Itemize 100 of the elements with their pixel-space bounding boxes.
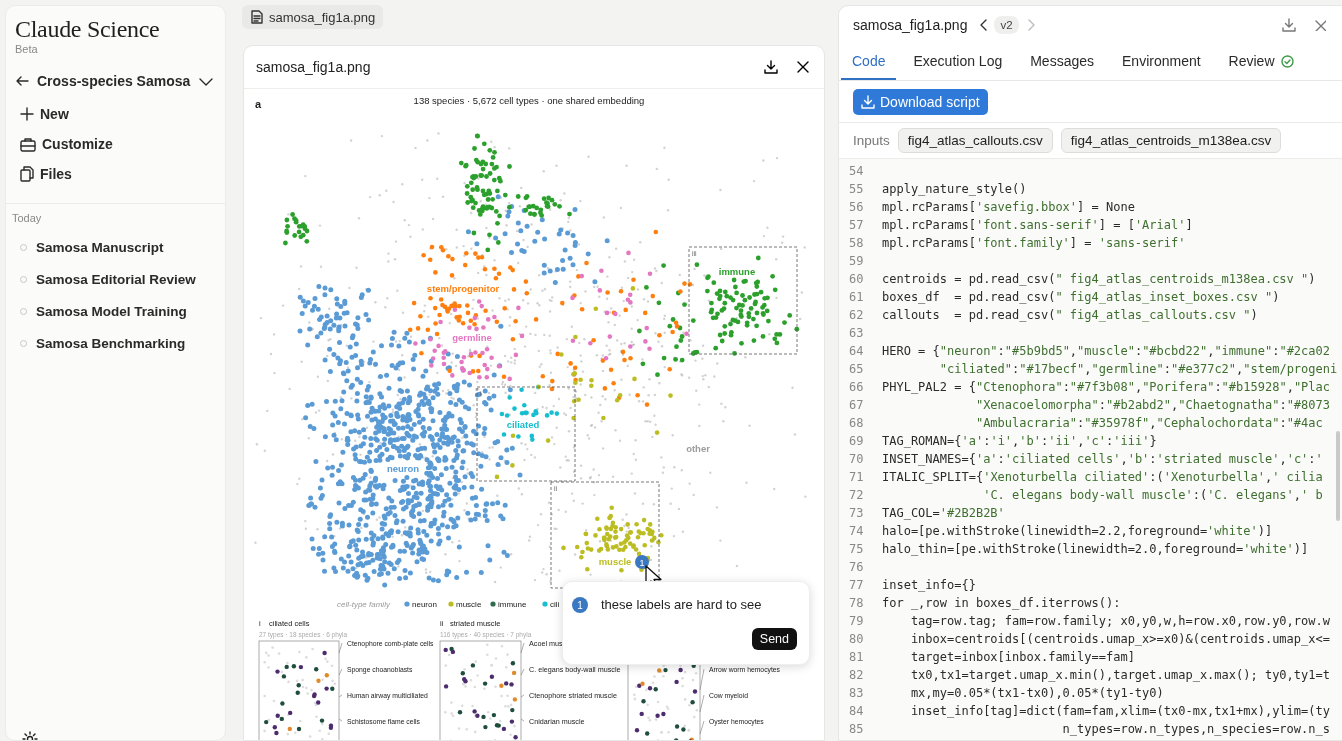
code-line: "Ambulacraria":"#35978f","Cephalochordata":"#4ac xyxy=(974,416,1323,430)
line-number: 82 xyxy=(848,668,865,682)
code-line: TAG_COL='#2B2B2B' xyxy=(882,506,1005,520)
file-tab[interactable]: samosa_fig1a.png xyxy=(242,5,384,29)
line-number: 57 xyxy=(848,218,865,232)
code-line: ITALIC_SPLIT={'Xenoturbella ciliated':('Xenoturbella',' cilia xyxy=(882,470,1323,484)
inputs-label: Inputs xyxy=(853,133,890,148)
viewer-title: samosa_fig1a.png xyxy=(256,59,372,75)
code-line: mx,my=0.05*(tx1-tx0),0.05*(ty1-ty0) xyxy=(909,686,1164,700)
code-line: tag=row.tag; fam=row.family; x0,y0,w,h=row.x0,row.y0,row.w xyxy=(909,614,1330,628)
line-number: 64 xyxy=(848,344,865,358)
line-number: 76 xyxy=(848,560,865,574)
sidebar-action[interactable]: Files xyxy=(20,159,72,189)
line-number: 62 xyxy=(848,308,865,322)
code-line: mpl.rcParams['font.sans-serif'] = ['Arial'] xyxy=(882,218,1193,232)
legend-label: neuron xyxy=(412,600,437,609)
line-number: 60 xyxy=(848,272,865,286)
project-selector[interactable]: Cross-species Samosa xyxy=(15,69,225,93)
line-number: 65 xyxy=(848,362,865,376)
legend-label: immune xyxy=(498,600,527,609)
line-number: 72 xyxy=(848,488,865,502)
code-line: target=inbox[inbox.family==fam] xyxy=(909,650,1135,664)
legend-label: cili xyxy=(550,600,560,609)
cluster-label: ciliated xyxy=(506,419,540,430)
line-number: 79 xyxy=(848,614,865,628)
input-file-chip[interactable]: fig4_atlas_callouts.csv xyxy=(897,128,1053,153)
tab[interactable]: Review xyxy=(1217,44,1305,80)
tab[interactable]: Environment xyxy=(1111,44,1212,80)
line-number: 55 xyxy=(848,182,865,196)
code-line: PHYL_PAL2 = {"Ctenophora":"#7f3b08","Porifera":"#b15928","Plac xyxy=(882,380,1330,394)
line-number: 74 xyxy=(848,524,865,538)
legend-label: muscle xyxy=(456,600,482,609)
sidebar-item[interactable]: Samosa Manuscript xyxy=(6,232,164,264)
line-number: 75 xyxy=(848,542,865,556)
code-line: halo=[pe.withStroke(linewidth=2.2,foreground='white')] xyxy=(882,524,1273,538)
code-line: "Xenacoelomorpha":"#b2abd2","Chaetognatha":"#8073 xyxy=(974,398,1330,412)
comment-text: these labels are hard to see xyxy=(601,597,762,612)
code-line: halo_thin=[pe.withStroke(linewidth=2.0,foreground='white')] xyxy=(882,542,1309,556)
code-line: inbox=centroids[(centroids.umap_x>=x0)&(centroids.umap_x<= xyxy=(909,632,1330,646)
line-number: 67 xyxy=(848,398,865,412)
cluster-label: germline xyxy=(452,332,492,343)
code-line: HERO = {"neuron":"#5b9bd5","muscle":"#bcbd22","immune":"#2ca02 xyxy=(882,344,1330,358)
code-line: 'C. elegans body-wall muscle':('C. elegans',' b xyxy=(982,488,1323,502)
line-number: 81 xyxy=(848,650,865,664)
code-line: boxes_df = pd.read_csv(" fig4_atlas_inset_boxes.csv ") xyxy=(882,290,1280,304)
line-number: 59 xyxy=(848,254,865,268)
tab[interactable]: Execution Log xyxy=(902,44,1014,80)
code-line: inset_info={} xyxy=(882,578,976,592)
sidebar-item[interactable]: Samosa Editorial Review xyxy=(6,264,196,296)
code-line: mpl.rcParams['font.family'] = 'sans-serif' xyxy=(882,236,1186,250)
comment-number: 1 xyxy=(572,597,588,613)
file-title: samosa_fig1a.png xyxy=(853,17,968,33)
line-number: 61 xyxy=(848,290,865,304)
code-line: mpl.rcParams['savefig.bbox'] = None xyxy=(882,200,1135,214)
code-line: n_types=row.n_types,n_species=row.n_s xyxy=(1061,722,1330,736)
panel-label: a xyxy=(255,98,262,110)
line-number: 56 xyxy=(848,200,865,214)
sidebar-item[interactable]: Samosa Benchmarking xyxy=(6,328,186,360)
code-line: apply_nature_style() xyxy=(882,182,1027,196)
line-number: 66 xyxy=(848,380,865,394)
tab[interactable]: Code xyxy=(841,44,897,80)
code-line: for _,row in boxes_df.iterrows(): xyxy=(882,596,1121,610)
line-number: 63 xyxy=(848,326,865,340)
sidebar-item[interactable]: Samosa Model Training xyxy=(6,296,187,328)
line-number: 58 xyxy=(848,236,865,250)
line-number: 73 xyxy=(848,506,865,520)
code-line: "ciliated":"#17becf","germline":"#e377c2","stem/progeni xyxy=(938,362,1338,376)
download-script-button[interactable]: Download script xyxy=(853,89,988,115)
legend-title: cell-type family xyxy=(337,600,390,609)
sidebar-action[interactable]: Customize xyxy=(20,129,113,159)
code-line: inset_info[tag]=dict(fam=fam,xlim=(tx0-mx,tx1+mx),ylim=(ty xyxy=(909,704,1330,718)
app-logo: Claude Science xyxy=(15,16,161,43)
version-label[interactable]: v2 xyxy=(994,16,1019,34)
code-line: TAG_ROMAN={'a':'i','b':'ii','c':'iii'} xyxy=(882,434,1157,448)
line-number: 77 xyxy=(848,578,865,592)
input-file-chip[interactable]: fig4_atlas_centroids_m138ea.csv xyxy=(1060,128,1282,153)
cluster-label: immune xyxy=(718,266,756,277)
comment-marker[interactable]: 1 xyxy=(635,555,649,569)
line-number: 85 xyxy=(848,722,865,736)
sidebar-action[interactable]: New xyxy=(20,99,69,129)
line-number: 80 xyxy=(848,632,865,646)
line-number: 71 xyxy=(848,470,865,484)
cluster-label: stem/progenitor xyxy=(426,283,500,294)
cluster-label: neuron xyxy=(386,463,420,474)
send-button[interactable]: Send xyxy=(751,628,797,650)
line-number: 69 xyxy=(848,434,865,448)
figure-title: 138 species · 5,672 cell types · one shared embedding xyxy=(413,95,645,106)
cluster-label: other xyxy=(686,443,710,454)
line-number: 54 xyxy=(848,164,865,178)
code-line: tx0,tx1=target.umap_x.min(),target.umap_x.max(); ty0,ty1=t xyxy=(909,668,1330,682)
beta-label: Beta xyxy=(15,43,39,55)
line-number: 83 xyxy=(848,686,865,700)
cluster-label: muscle xyxy=(598,556,632,567)
section-label: Today xyxy=(12,212,43,224)
tab[interactable]: Messages xyxy=(1019,44,1105,80)
code-line: INSET_NAMES={'a':'ciliated cells','b':'striated muscle','c':' xyxy=(882,452,1323,466)
line-number: 78 xyxy=(848,596,865,610)
line-number: 68 xyxy=(848,416,865,430)
code-line: callouts = pd.read_csv(" fig4_atlas_callouts.csv ") xyxy=(882,308,1258,322)
line-number: 70 xyxy=(848,452,865,466)
